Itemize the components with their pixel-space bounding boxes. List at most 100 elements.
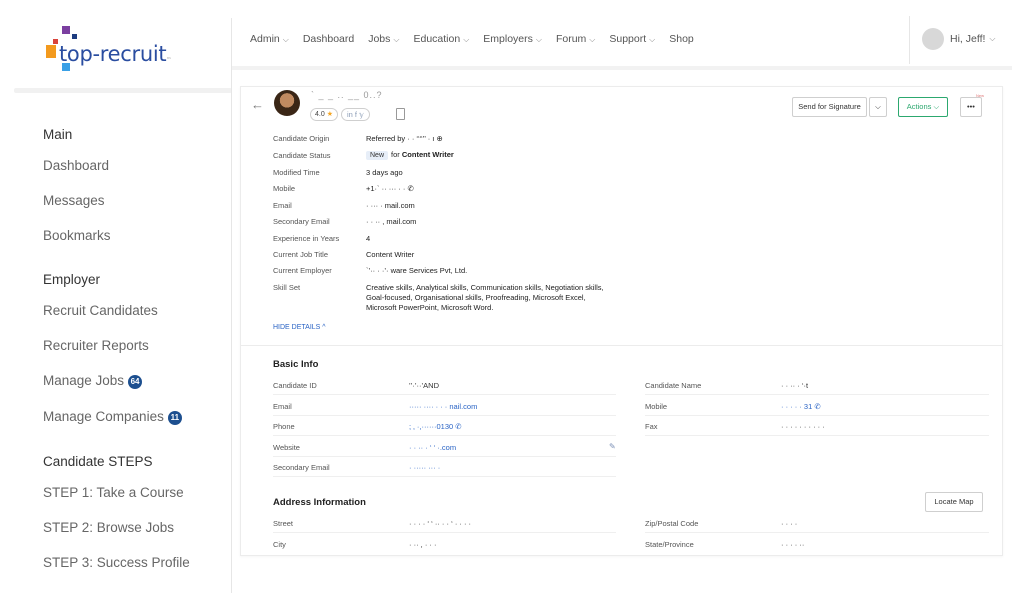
label-mobile: Mobile bbox=[645, 402, 668, 411]
value-website[interactable]: · · ·· · ‘ ‘ ·.com bbox=[409, 443, 456, 452]
candidate-photo bbox=[274, 90, 300, 116]
sidebar-item-label: Manage Jobs bbox=[43, 373, 125, 388]
chevron-down-icon: ⌵ bbox=[589, 35, 596, 44]
nav-forum[interactable]: Forum ⌵ bbox=[556, 33, 595, 45]
detail-label-origin: Candidate Origin bbox=[273, 134, 330, 143]
row-divider bbox=[273, 456, 616, 457]
detail-value-secondary-email[interactable]: · · ·· , mail.com bbox=[366, 217, 416, 226]
document-icon[interactable] bbox=[396, 108, 405, 120]
detail-label-email: Email bbox=[273, 201, 292, 210]
detail-value-email[interactable]: · ··· · mail.com bbox=[366, 201, 415, 210]
sidebar-item-manage-companies[interactable]: Manage Companies 11 bbox=[43, 409, 182, 425]
sidebar-item-recruit-candidates[interactable]: Recruit Candidates bbox=[43, 303, 158, 318]
nav-support[interactable]: Support ⌵ bbox=[609, 33, 655, 45]
value-zip: · · · · bbox=[781, 519, 798, 528]
count-badge: 11 bbox=[167, 411, 182, 425]
detail-label-modified: Modified Time bbox=[273, 168, 320, 177]
nav-jobs[interactable]: Jobs ⌵ bbox=[368, 33, 399, 45]
sidebar-item-recruiter-reports[interactable]: Recruiter Reports bbox=[43, 338, 149, 353]
chevron-down-icon: ⌵ bbox=[933, 102, 940, 111]
more-options-button[interactable]: ••• bbox=[960, 97, 982, 117]
value-state: · · · · ·· bbox=[781, 540, 805, 549]
sidebar-item-messages[interactable]: Messages bbox=[43, 193, 105, 208]
logo-square-navy bbox=[72, 34, 77, 39]
basic-info-heading: Basic Info bbox=[273, 359, 319, 370]
back-arrow-icon[interactable]: ← bbox=[251, 97, 264, 112]
detail-label-job-title: Current Job Title bbox=[273, 250, 329, 259]
status-badge: New bbox=[366, 151, 389, 160]
nav-section-main: Main bbox=[43, 127, 73, 142]
sidebar-item-step-3[interactable]: STEP 3: Success Profile bbox=[43, 555, 190, 570]
sidebar-item-bookmarks[interactable]: Bookmarks bbox=[43, 228, 111, 243]
row-divider bbox=[645, 415, 989, 416]
locate-map-button[interactable]: Locate Map bbox=[925, 492, 983, 512]
label-candidate-id: Candidate ID bbox=[273, 381, 317, 390]
nav-employers[interactable]: Employers ⌵ bbox=[483, 33, 542, 45]
section-divider bbox=[241, 345, 1002, 346]
logo-square-red bbox=[53, 39, 58, 44]
new-tag: New bbox=[976, 93, 985, 98]
detail-value-job-title: Content Writer bbox=[366, 250, 415, 259]
sidebar-item-step-2[interactable]: STEP 2: Browse Jobs bbox=[43, 520, 174, 535]
chevron-down-icon: ⌵ bbox=[649, 35, 656, 44]
nav-section-employer: Employer bbox=[43, 272, 101, 287]
edit-pencil-icon[interactable]: ✎ bbox=[609, 442, 616, 451]
count-badge: 64 bbox=[128, 375, 143, 389]
sidebar-divider bbox=[231, 18, 232, 593]
detail-value-mobile[interactable]: +1·` ·· ··· · · ✆ bbox=[366, 184, 414, 193]
detail-label-status: Candidate Status bbox=[273, 151, 331, 160]
logo-square-orange bbox=[46, 45, 56, 58]
value-secondary-email[interactable]: · ····· ··· · bbox=[409, 463, 440, 472]
label-candidate-name: Candidate Name bbox=[645, 381, 702, 390]
value-mobile[interactable]: · · · · · 31 ✆ bbox=[781, 402, 821, 411]
detail-value-status: New for Content Writer bbox=[366, 150, 454, 160]
label-phone: Phone bbox=[273, 422, 295, 431]
sidebar: top-recruit™ Main Dashboard Messages Boo… bbox=[0, 0, 232, 593]
topbar-divider bbox=[909, 16, 910, 64]
row-divider bbox=[645, 394, 989, 395]
detail-label-mobile: Mobile bbox=[273, 184, 296, 193]
nav-education[interactable]: Education ⌵ bbox=[413, 33, 469, 45]
value-email[interactable]: ····· ···· · · · nail.com bbox=[409, 402, 477, 411]
label-email: Email bbox=[273, 402, 292, 411]
sidebar-separator bbox=[14, 88, 232, 93]
row-divider bbox=[645, 435, 989, 436]
value-phone[interactable]: ; ‚ ·,······0130 ✆ bbox=[409, 422, 462, 431]
nav-shop[interactable]: Shop bbox=[669, 33, 694, 45]
label-secondary-email: Secondary Email bbox=[273, 463, 330, 472]
sidebar-item-manage-jobs[interactable]: Manage Jobs 64 bbox=[43, 373, 143, 389]
detail-value-skill-set: Creative skills, Analytical skills, Comm… bbox=[366, 283, 604, 312]
row-divider bbox=[273, 476, 616, 477]
row-divider bbox=[273, 394, 616, 395]
row-divider bbox=[273, 532, 616, 533]
user-menu[interactable]: Hi, Jeff! ⌵ bbox=[922, 28, 995, 50]
chevron-down-icon: ⌵ bbox=[282, 35, 289, 44]
hide-details-link[interactable]: HIDE DETAILS ^ bbox=[273, 324, 326, 331]
detail-value-modified: 3 days ago bbox=[366, 168, 403, 177]
address-heading: Address Information bbox=[273, 497, 366, 508]
actions-button[interactable]: Actions ⌵ bbox=[898, 97, 948, 117]
nav-dashboard[interactable]: Dashboard bbox=[303, 33, 354, 45]
nav-admin[interactable]: Admin ⌵ bbox=[250, 33, 289, 45]
detail-value-experience: 4 bbox=[366, 234, 371, 243]
value-fax: · · · · · · · · · · bbox=[781, 422, 825, 431]
top-recruit-logo[interactable]: top-recruit™ bbox=[46, 26, 196, 82]
send-dropdown-button[interactable]: ⌵ bbox=[869, 97, 887, 117]
value-candidate-id: ‛‛·‛··‛AND bbox=[409, 381, 439, 390]
send-for-signature-button[interactable]: Send for Signature bbox=[792, 97, 867, 117]
row-divider bbox=[273, 435, 616, 436]
user-greeting: Hi, Jeff! bbox=[950, 33, 986, 45]
chevron-down-icon: ⌵ bbox=[463, 35, 470, 44]
detail-label-experience: Experience in Years bbox=[273, 234, 340, 243]
sidebar-item-dashboard[interactable]: Dashboard bbox=[43, 158, 109, 173]
sidebar-item-step-1[interactable]: STEP 1: Take a Course bbox=[43, 485, 184, 500]
value-street: · · · · ‘ ‘ ·· · · ‘ · · · · bbox=[409, 519, 472, 528]
label-zip: Zip/Postal Code bbox=[645, 519, 699, 528]
social-links[interactable]: in f 𝕪 bbox=[341, 108, 370, 121]
logo-text: top-recruit™ bbox=[59, 42, 172, 66]
detail-label-skill-set: Skill Set bbox=[273, 283, 301, 292]
label-street: Street bbox=[273, 519, 294, 528]
sidebar-item-label: Manage Companies bbox=[43, 409, 164, 424]
chevron-down-icon: ⌵ bbox=[393, 35, 400, 44]
detail-value-employer: `‛·· · ·’· ware Services Pvt, Ltd. bbox=[366, 266, 468, 275]
